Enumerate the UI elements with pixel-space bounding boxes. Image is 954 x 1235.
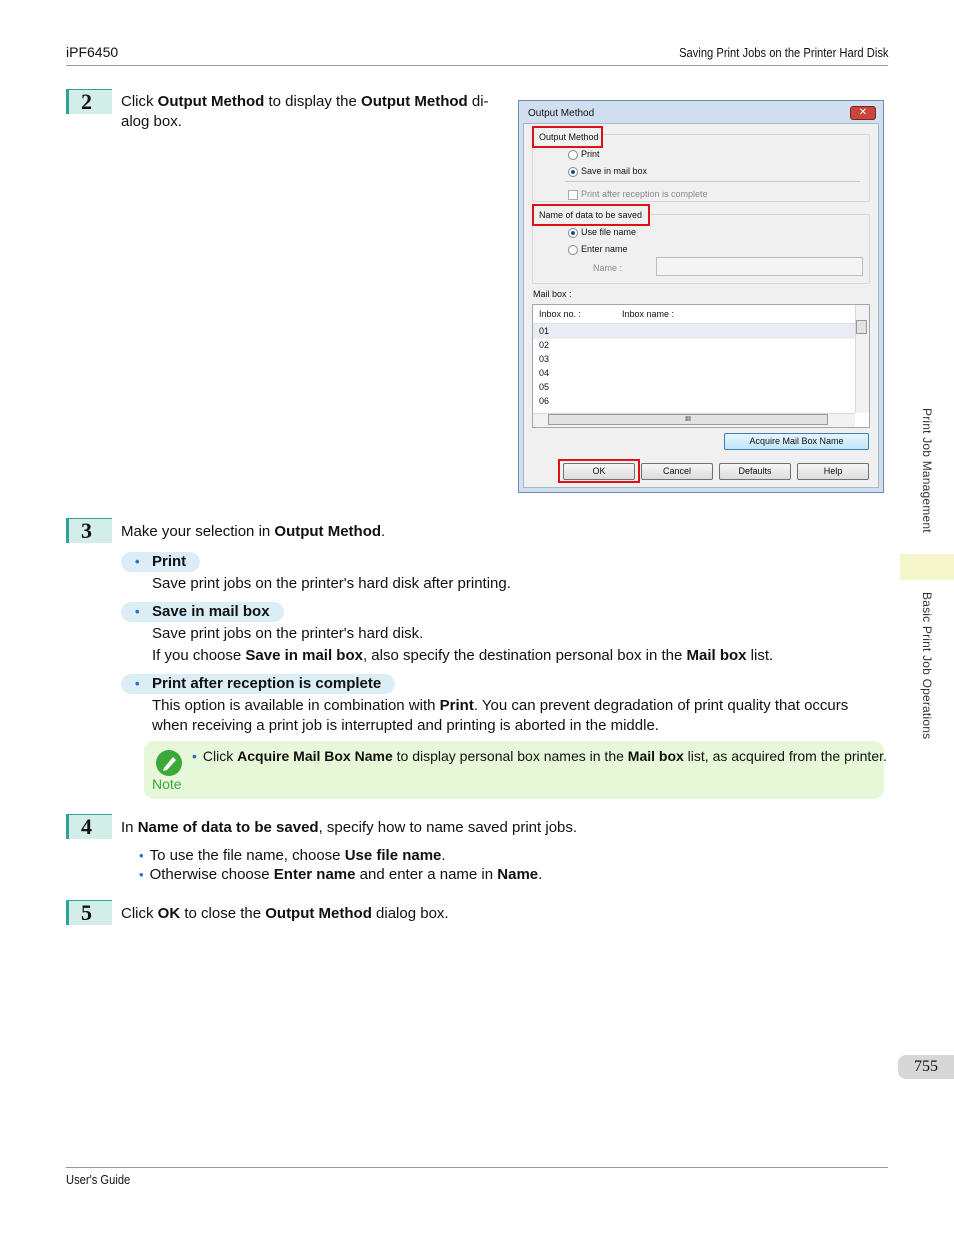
radio-print[interactable] bbox=[568, 150, 578, 160]
group-divider bbox=[565, 181, 860, 182]
radio-use-file-name-label: Use file name bbox=[581, 227, 637, 237]
term-print: Print bbox=[121, 552, 201, 572]
radio-use-file-name[interactable] bbox=[568, 228, 578, 238]
note-pencil-icon bbox=[156, 750, 182, 776]
list-item[interactable]: 02 bbox=[539, 340, 549, 350]
step-5-text: Click OK to close the Output Method dial… bbox=[121, 905, 449, 922]
note-text: • Click Acquire Mail Box Name to display … bbox=[192, 748, 887, 764]
name-field[interactable] bbox=[656, 257, 863, 276]
side-tab-print-job-management[interactable]: Print Job Management bbox=[920, 408, 934, 533]
list-item[interactable]: 03 bbox=[539, 354, 549, 364]
term-print-description: Save print jobs on the printer's hard di… bbox=[152, 575, 511, 592]
radio-enter-name[interactable] bbox=[568, 245, 578, 255]
radio-print-label: Print bbox=[581, 149, 600, 159]
side-tab-highlight bbox=[900, 554, 954, 580]
term-after-description: This option is available in combination … bbox=[152, 697, 849, 734]
name-of-data-group-label: Name of data to be saved bbox=[539, 210, 643, 220]
cancel-button[interactable]: Cancel bbox=[641, 463, 713, 480]
header-model: iPF6450 bbox=[66, 44, 119, 60]
side-tab-basic-print-job-operations[interactable]: Basic Print Job Operations bbox=[920, 592, 934, 739]
step-3-text: Make your selection in Output Method. bbox=[121, 523, 386, 540]
dialog-title: Output Method bbox=[528, 108, 595, 119]
step-badge-5: 5 bbox=[66, 900, 112, 925]
term-save-in-mail-box: Save in mail box bbox=[121, 602, 284, 622]
mailbox-label: Mail box : bbox=[533, 289, 572, 299]
step-4-bullet-2: • Otherwise choose Enter name and enter a… bbox=[139, 866, 543, 883]
radio-enter-name-label: Enter name bbox=[581, 244, 628, 254]
step-4-text: In Name of data to be saved, specify how… bbox=[121, 819, 578, 836]
checkbox-print-after-reception-label: Print after reception is complete bbox=[581, 189, 708, 199]
list-selected-row bbox=[533, 324, 855, 339]
radio-save-in-mail-box-label: Save in mail box bbox=[581, 166, 648, 176]
close-icon[interactable]: ✕ bbox=[850, 106, 876, 120]
acquire-mail-box-name-button[interactable]: Acquire Mail Box Name bbox=[724, 433, 869, 450]
header-rule bbox=[66, 65, 888, 66]
help-button[interactable]: Help bbox=[797, 463, 869, 480]
column-inbox-name[interactable]: Inbox name : bbox=[622, 309, 674, 319]
step-badge-2: 2 bbox=[66, 89, 112, 114]
list-item[interactable]: 06 bbox=[539, 396, 549, 406]
step-badge-4: 4 bbox=[66, 814, 112, 839]
term-print-after-reception: Print after reception is complete bbox=[121, 674, 396, 694]
vertical-scroll-thumb[interactable] bbox=[856, 320, 867, 334]
term-save-description-1: Save print jobs on the printer's hard di… bbox=[152, 625, 424, 642]
checkbox-print-after-reception[interactable] bbox=[568, 190, 578, 200]
horizontal-scroll-thumb[interactable]: III bbox=[548, 414, 828, 425]
output-method-group-label: Output Method bbox=[539, 132, 599, 142]
list-item[interactable]: 05 bbox=[539, 382, 549, 392]
ok-button[interactable]: OK bbox=[563, 463, 635, 480]
name-field-label: Name : bbox=[593, 263, 623, 273]
step-4-bullet-1: • To use the file name, choose Use file n… bbox=[139, 847, 446, 864]
column-inbox-no[interactable]: Inbox no. : bbox=[539, 309, 581, 319]
page-number: 755 bbox=[898, 1055, 954, 1079]
list-item[interactable]: 01 bbox=[539, 326, 549, 336]
header-section-title: Saving Print Jobs on the Printer Hard Di… bbox=[678, 45, 888, 60]
step-2-text: Click Output Method to display the Outpu… bbox=[121, 93, 489, 130]
footer-guide-title: User's Guide bbox=[66, 1172, 131, 1187]
radio-save-in-mail-box[interactable] bbox=[568, 167, 578, 177]
list-item[interactable]: 04 bbox=[539, 368, 549, 378]
step-badge-3: 3 bbox=[66, 518, 112, 543]
footer-rule bbox=[66, 1167, 888, 1168]
term-save-description-2: If you choose Save in mail box, also spe… bbox=[152, 647, 774, 664]
defaults-button[interactable]: Defaults bbox=[719, 463, 791, 480]
note-label: Note bbox=[152, 776, 182, 792]
